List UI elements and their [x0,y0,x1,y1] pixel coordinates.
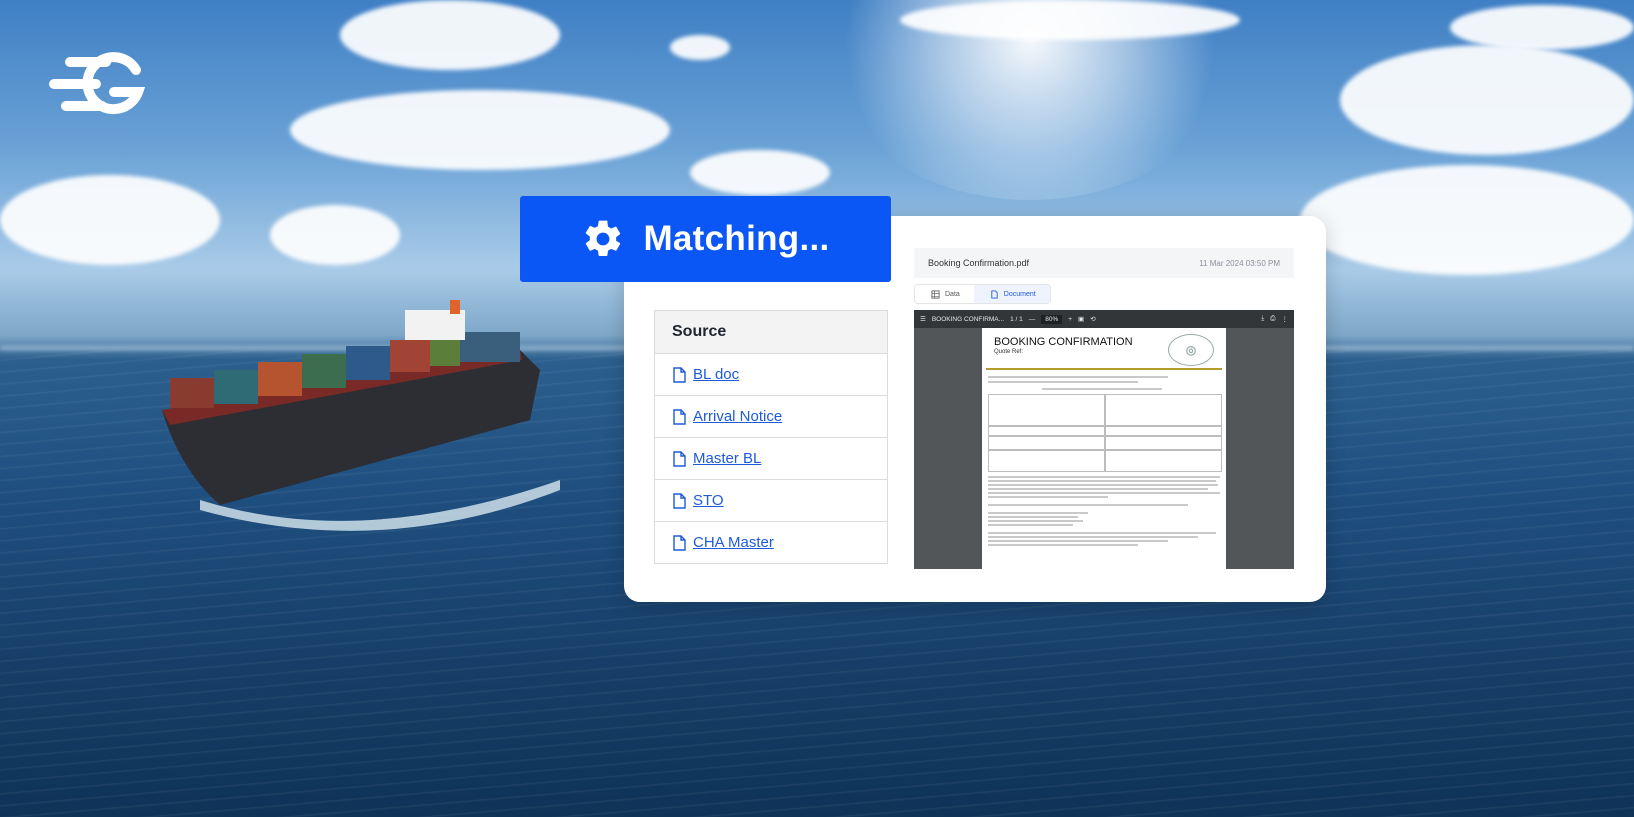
matching-label: Matching... [643,219,830,258]
file-name: Booking Confirmation.pdf [928,258,1030,268]
source-link[interactable]: BL doc [693,366,739,383]
source-item-master-bl[interactable]: Master BL [655,438,887,480]
separator: — [1028,315,1036,323]
cloud [270,205,400,265]
document-icon [673,366,686,383]
tab-data[interactable]: Data [915,285,974,303]
cloud [0,175,220,265]
document-icon [673,492,686,509]
zoom-in-icon[interactable]: + [1068,316,1072,323]
zoom-level[interactable]: 80% [1041,314,1063,324]
cloud [900,0,1240,40]
source-item-sto[interactable]: STO [655,480,887,522]
more-icon[interactable]: ⋮ [1282,315,1289,323]
matching-status-banner: Matching... [520,196,891,282]
download-icon[interactable]: ⤓ [1261,315,1264,323]
pdf-viewer: ☰ BOOKING CONFIRMA... 1 / 1 — 80% + ▣ ⟲ … [914,310,1294,569]
source-link[interactable]: STO [693,492,724,509]
cloud [1450,5,1634,50]
page-count: 1 / 1 [1010,315,1023,323]
tab-document[interactable]: Document [973,285,1050,303]
table-icon [931,289,940,299]
document-icon [673,450,686,467]
document-icon [673,408,686,425]
file-date: 11 Mar 2024 03:50 PM [1199,258,1280,268]
source-link[interactable]: CHA Master [693,534,774,551]
source-table: Source BL doc Arrival Notice Master BL S… [654,310,888,564]
file-header: Booking Confirmation.pdf 11 Mar 2024 03:… [914,248,1294,278]
cloud [1300,165,1634,275]
cloud [670,35,730,60]
cloud [1340,45,1634,155]
source-item-bl-doc[interactable]: BL doc [655,354,887,396]
print-icon[interactable]: ⎙ [1270,315,1275,323]
cloud [690,150,830,195]
document-icon [673,534,686,551]
gear-icon [586,220,621,257]
doc-title: BOOKING CONFIRMATION [994,336,1133,348]
carrier-logo: ◎ [1168,334,1214,366]
doc-quote-ref: Quote Ref: [994,349,1024,355]
source-link[interactable]: Master BL [693,450,761,467]
brand-logo [49,52,146,115]
cloud [340,0,560,70]
cloud [290,90,670,170]
view-tabs: Data Document [914,284,1051,304]
document-icon [991,289,998,299]
container-ship [162,300,560,531]
source-link[interactable]: Arrival Notice [693,408,782,425]
fit-page-icon[interactable]: ▣ [1078,315,1084,323]
pdf-title: BOOKING CONFIRMA... [931,315,1005,323]
doc-rule [986,368,1222,370]
source-item-arrival-notice[interactable]: Arrival Notice [655,396,887,438]
source-item-cha-master[interactable]: CHA Master [655,522,887,563]
tab-data-label: Data [945,290,960,298]
rotate-icon[interactable]: ⟲ [1090,315,1095,323]
pdf-page: BOOKING CONFIRMATION Quote Ref: ◎ [982,328,1226,569]
menu-icon[interactable]: ☰ [920,315,926,323]
pdf-toolbar: ☰ BOOKING CONFIRMA... 1 / 1 — 80% + ▣ ⟲ … [914,310,1294,328]
source-header: Source [655,311,887,354]
tab-document-label: Document [1003,290,1036,298]
